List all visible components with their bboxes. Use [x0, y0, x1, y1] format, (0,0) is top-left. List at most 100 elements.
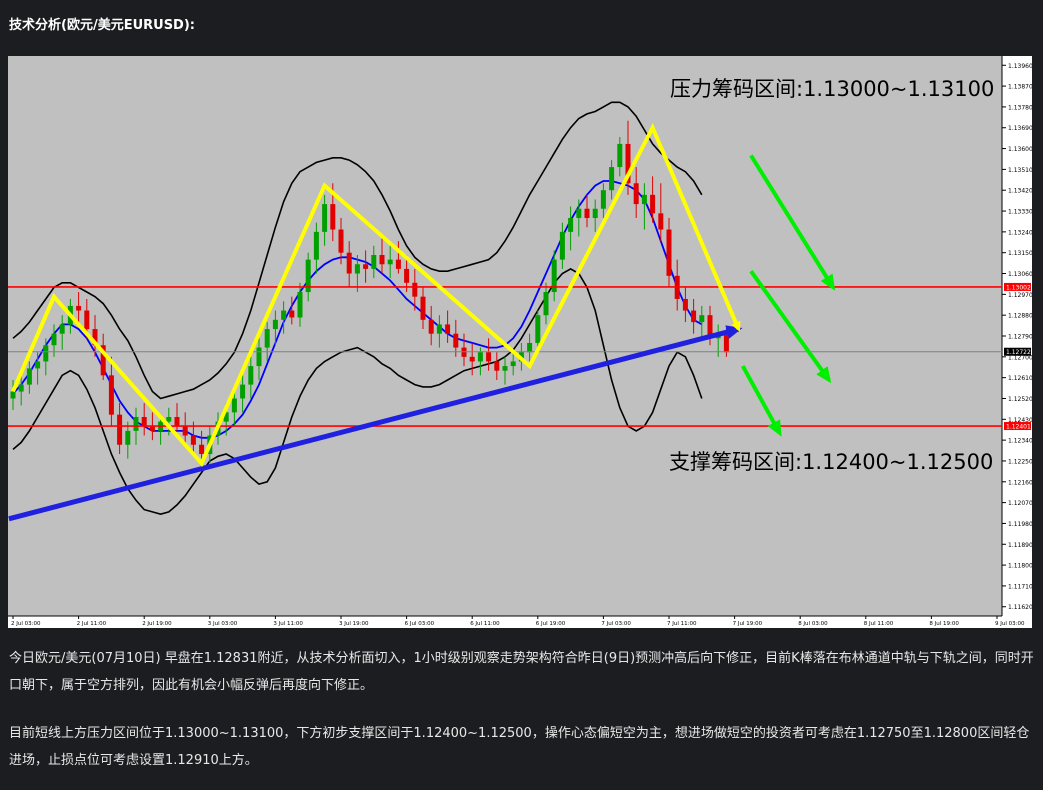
candle-body — [617, 143, 623, 168]
x-axis-tick-label: 3 Jul 19:00 — [339, 621, 369, 627]
candle-body — [641, 194, 647, 205]
current-price-tag: 1.12722 — [1004, 347, 1031, 356]
candle-body — [666, 229, 672, 276]
candle-body — [363, 264, 369, 269]
candle-body — [231, 398, 237, 413]
candle-body — [264, 329, 270, 348]
candle-body — [535, 315, 541, 343]
y-axis-tick-label: 1.11710 — [1008, 583, 1032, 590]
candle-body — [486, 352, 492, 362]
level-price-tag-label: 1.13002 — [1006, 284, 1031, 291]
y-axis-tick-label: 1.12340 — [1008, 438, 1032, 445]
y-axis-tick-label: 1.12970 — [1008, 292, 1032, 299]
y-axis-tick-label: 1.13330 — [1008, 209, 1032, 216]
candle-body — [428, 319, 434, 334]
candle-body — [240, 384, 246, 399]
analysis-paragraph-2: 目前短线上方压力区间位于1.13000~1.13100，下方初步支撑区间于1.1… — [9, 726, 1030, 768]
candle-body — [412, 282, 418, 297]
candle-body — [436, 324, 442, 334]
candle-body — [469, 356, 475, 362]
candle-body — [658, 213, 664, 230]
candle-body — [297, 292, 303, 318]
candle-body — [59, 324, 65, 334]
x-axis-tick-label: 2 Jul 11:00 — [77, 621, 107, 627]
candle-body — [723, 333, 729, 353]
x-axis-tick-label: 6 Jul 03:00 — [405, 621, 435, 627]
candle-body — [453, 333, 459, 348]
candle-body — [43, 345, 49, 362]
x-axis-tick-label: 2 Jul 19:00 — [142, 621, 172, 627]
candle-body — [125, 430, 131, 445]
candle-body — [371, 255, 377, 269]
candle-body — [502, 366, 508, 371]
x-axis-tick-label: 8 Jul 11:00 — [864, 621, 894, 627]
candle-body — [682, 298, 688, 311]
candle-body — [600, 190, 606, 209]
candle-body — [248, 366, 254, 385]
y-axis-tick-label: 1.12520 — [1008, 396, 1032, 403]
candle-body — [26, 368, 32, 385]
level-price-tag: 1.13002 — [1004, 282, 1031, 291]
y-axis-tick-label: 1.13510 — [1008, 167, 1032, 174]
candle-body — [559, 231, 565, 260]
candle-body — [18, 384, 24, 392]
candle-body — [166, 416, 172, 422]
candle-body — [76, 305, 82, 311]
x-axis-tick-label: 3 Jul 11:00 — [273, 621, 303, 627]
x-axis-tick-label: 7 Jul 03:00 — [601, 621, 631, 627]
level-price-tag: 1.12401 — [1004, 422, 1031, 430]
candle-body — [568, 217, 574, 232]
x-axis-tick-label: 7 Jul 19:00 — [733, 621, 763, 627]
candle-body — [477, 352, 483, 362]
candle-body — [174, 416, 180, 427]
plot-area — [8, 56, 1002, 616]
candle-body — [395, 259, 401, 269]
candle-body — [543, 292, 549, 316]
y-axis-tick-label: 1.12880 — [1008, 313, 1032, 320]
candle-body — [379, 255, 385, 265]
x-axis-tick-label: 9 Jul 03:00 — [995, 621, 1025, 627]
candle-body — [141, 416, 147, 427]
candle-body — [592, 208, 598, 218]
x-axis-tick-label: 6 Jul 11:00 — [470, 621, 500, 627]
candle-body — [10, 391, 16, 399]
candle-body — [182, 426, 188, 436]
candle-body — [346, 252, 352, 274]
y-axis-tick-label: 1.12610 — [1008, 375, 1032, 382]
candle-body — [272, 319, 278, 330]
y-axis-tick-label: 1.11800 — [1008, 563, 1032, 570]
candle-body — [404, 268, 410, 283]
x-axis-tick-label: 6 Jul 19:00 — [536, 621, 566, 627]
y-axis-tick-label: 1.12790 — [1008, 334, 1032, 341]
y-axis-tick-label: 1.13960 — [1008, 63, 1032, 70]
level-price-tag-label: 1.12401 — [1006, 423, 1031, 430]
current-price-tag-label: 1.12722 — [1006, 349, 1031, 356]
candle-body — [650, 194, 656, 214]
analysis-paragraph-1: 今日欧元/美元(07月10日) 早盘在1.12831附近，从技术分析面切入，1小… — [9, 651, 1034, 693]
y-axis-tick-label: 1.11620 — [1008, 604, 1032, 611]
y-axis-tick-label: 1.13870 — [1008, 84, 1032, 91]
candle-body — [199, 444, 205, 455]
candle-body — [510, 361, 516, 367]
candle-body — [149, 426, 155, 431]
candle-body — [84, 310, 90, 330]
y-axis-tick-label: 1.11890 — [1008, 542, 1032, 549]
candle-body — [584, 208, 590, 218]
candle-body — [313, 231, 319, 260]
candle-body — [699, 315, 705, 323]
candle-body — [322, 204, 328, 232]
candle-body — [117, 414, 123, 445]
y-axis-tick-label: 1.12250 — [1008, 458, 1032, 465]
x-axis-tick-label: 3 Jul 03:00 — [208, 621, 238, 627]
x-axis-tick-label: 2 Jul 03:00 — [11, 621, 41, 627]
candle-body — [256, 347, 262, 367]
price-chart: 1.13960 1.13870 1.13780 1.13690 1.13600 1.135… — [8, 56, 1032, 627]
candle-body — [633, 183, 639, 205]
candle-body — [108, 375, 114, 415]
candle-body — [691, 310, 697, 323]
candle-body — [133, 416, 139, 431]
y-axis-tick-label: 1.13060 — [1008, 271, 1032, 278]
y-axis-tick-label: 1.13690 — [1008, 125, 1032, 132]
y-axis-tick-label: 1.12070 — [1008, 500, 1032, 507]
candle-body — [494, 361, 500, 371]
